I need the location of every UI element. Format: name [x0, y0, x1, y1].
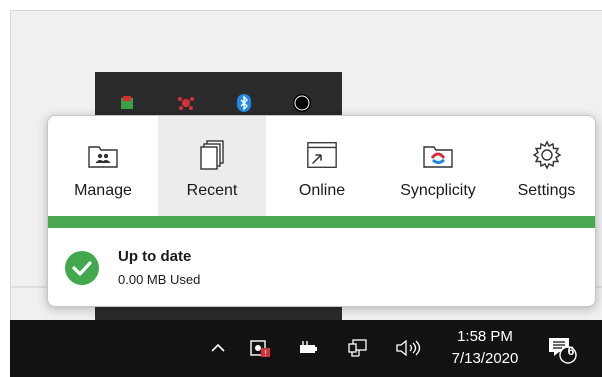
- gear-icon: [530, 138, 564, 172]
- bo-audio-icon[interactable]: [293, 94, 311, 112]
- clock[interactable]: 1:58 PM 7/13/2020: [442, 326, 528, 370]
- network-icon[interactable]: [346, 336, 370, 360]
- sync-popup: Manage Recent Online Syncplicity Setting…: [47, 115, 596, 307]
- popup-toolbar: Manage Recent Online Syncplicity Setting…: [48, 116, 595, 216]
- sync-status: Up to date 0.00 MB Used: [48, 228, 595, 306]
- battery-power-icon[interactable]: [296, 336, 320, 360]
- tab-syncplicity[interactable]: Syncplicity: [378, 116, 498, 216]
- tab-label: Settings: [517, 182, 576, 199]
- bluetooth-icon[interactable]: [235, 94, 253, 112]
- volume-icon[interactable]: [392, 335, 426, 361]
- recent-documents-icon: [195, 138, 229, 172]
- online-window-icon: [305, 138, 339, 172]
- taskbar: ! 1:58 PM 7/13/2020 6: [10, 320, 602, 377]
- action-center-notification-icon[interactable]: 6: [544, 332, 578, 366]
- manage-folder-icon: [86, 138, 120, 172]
- clock-time: 1:58 PM: [457, 328, 513, 345]
- tab-label: Syncplicity: [400, 182, 476, 199]
- show-hidden-icons-chevron-up-icon[interactable]: [206, 336, 230, 360]
- tab-label: Online: [298, 182, 346, 199]
- syncplicity-folder-icon: [421, 138, 455, 172]
- security-alert-icon[interactable]: !: [248, 336, 272, 360]
- clock-date: 7/13/2020: [451, 350, 519, 367]
- green-app-icon[interactable]: [119, 94, 137, 112]
- checkmark-icon: [65, 251, 99, 285]
- svg-text:!: !: [264, 349, 267, 358]
- tab-recent[interactable]: Recent: [158, 116, 266, 216]
- tab-online[interactable]: Online: [266, 116, 378, 216]
- tab-label: Recent: [186, 182, 238, 199]
- storage-usage: 0.00 MB Used: [118, 272, 201, 287]
- notification-count-badge: 6: [567, 344, 575, 358]
- sync-status-bar: [48, 216, 595, 228]
- tab-label: Manage: [74, 182, 132, 199]
- tab-settings[interactable]: Settings: [498, 116, 595, 216]
- status-title: Up to date: [118, 248, 192, 265]
- red-app-icon[interactable]: [177, 94, 195, 112]
- tab-manage[interactable]: Manage: [48, 116, 158, 216]
